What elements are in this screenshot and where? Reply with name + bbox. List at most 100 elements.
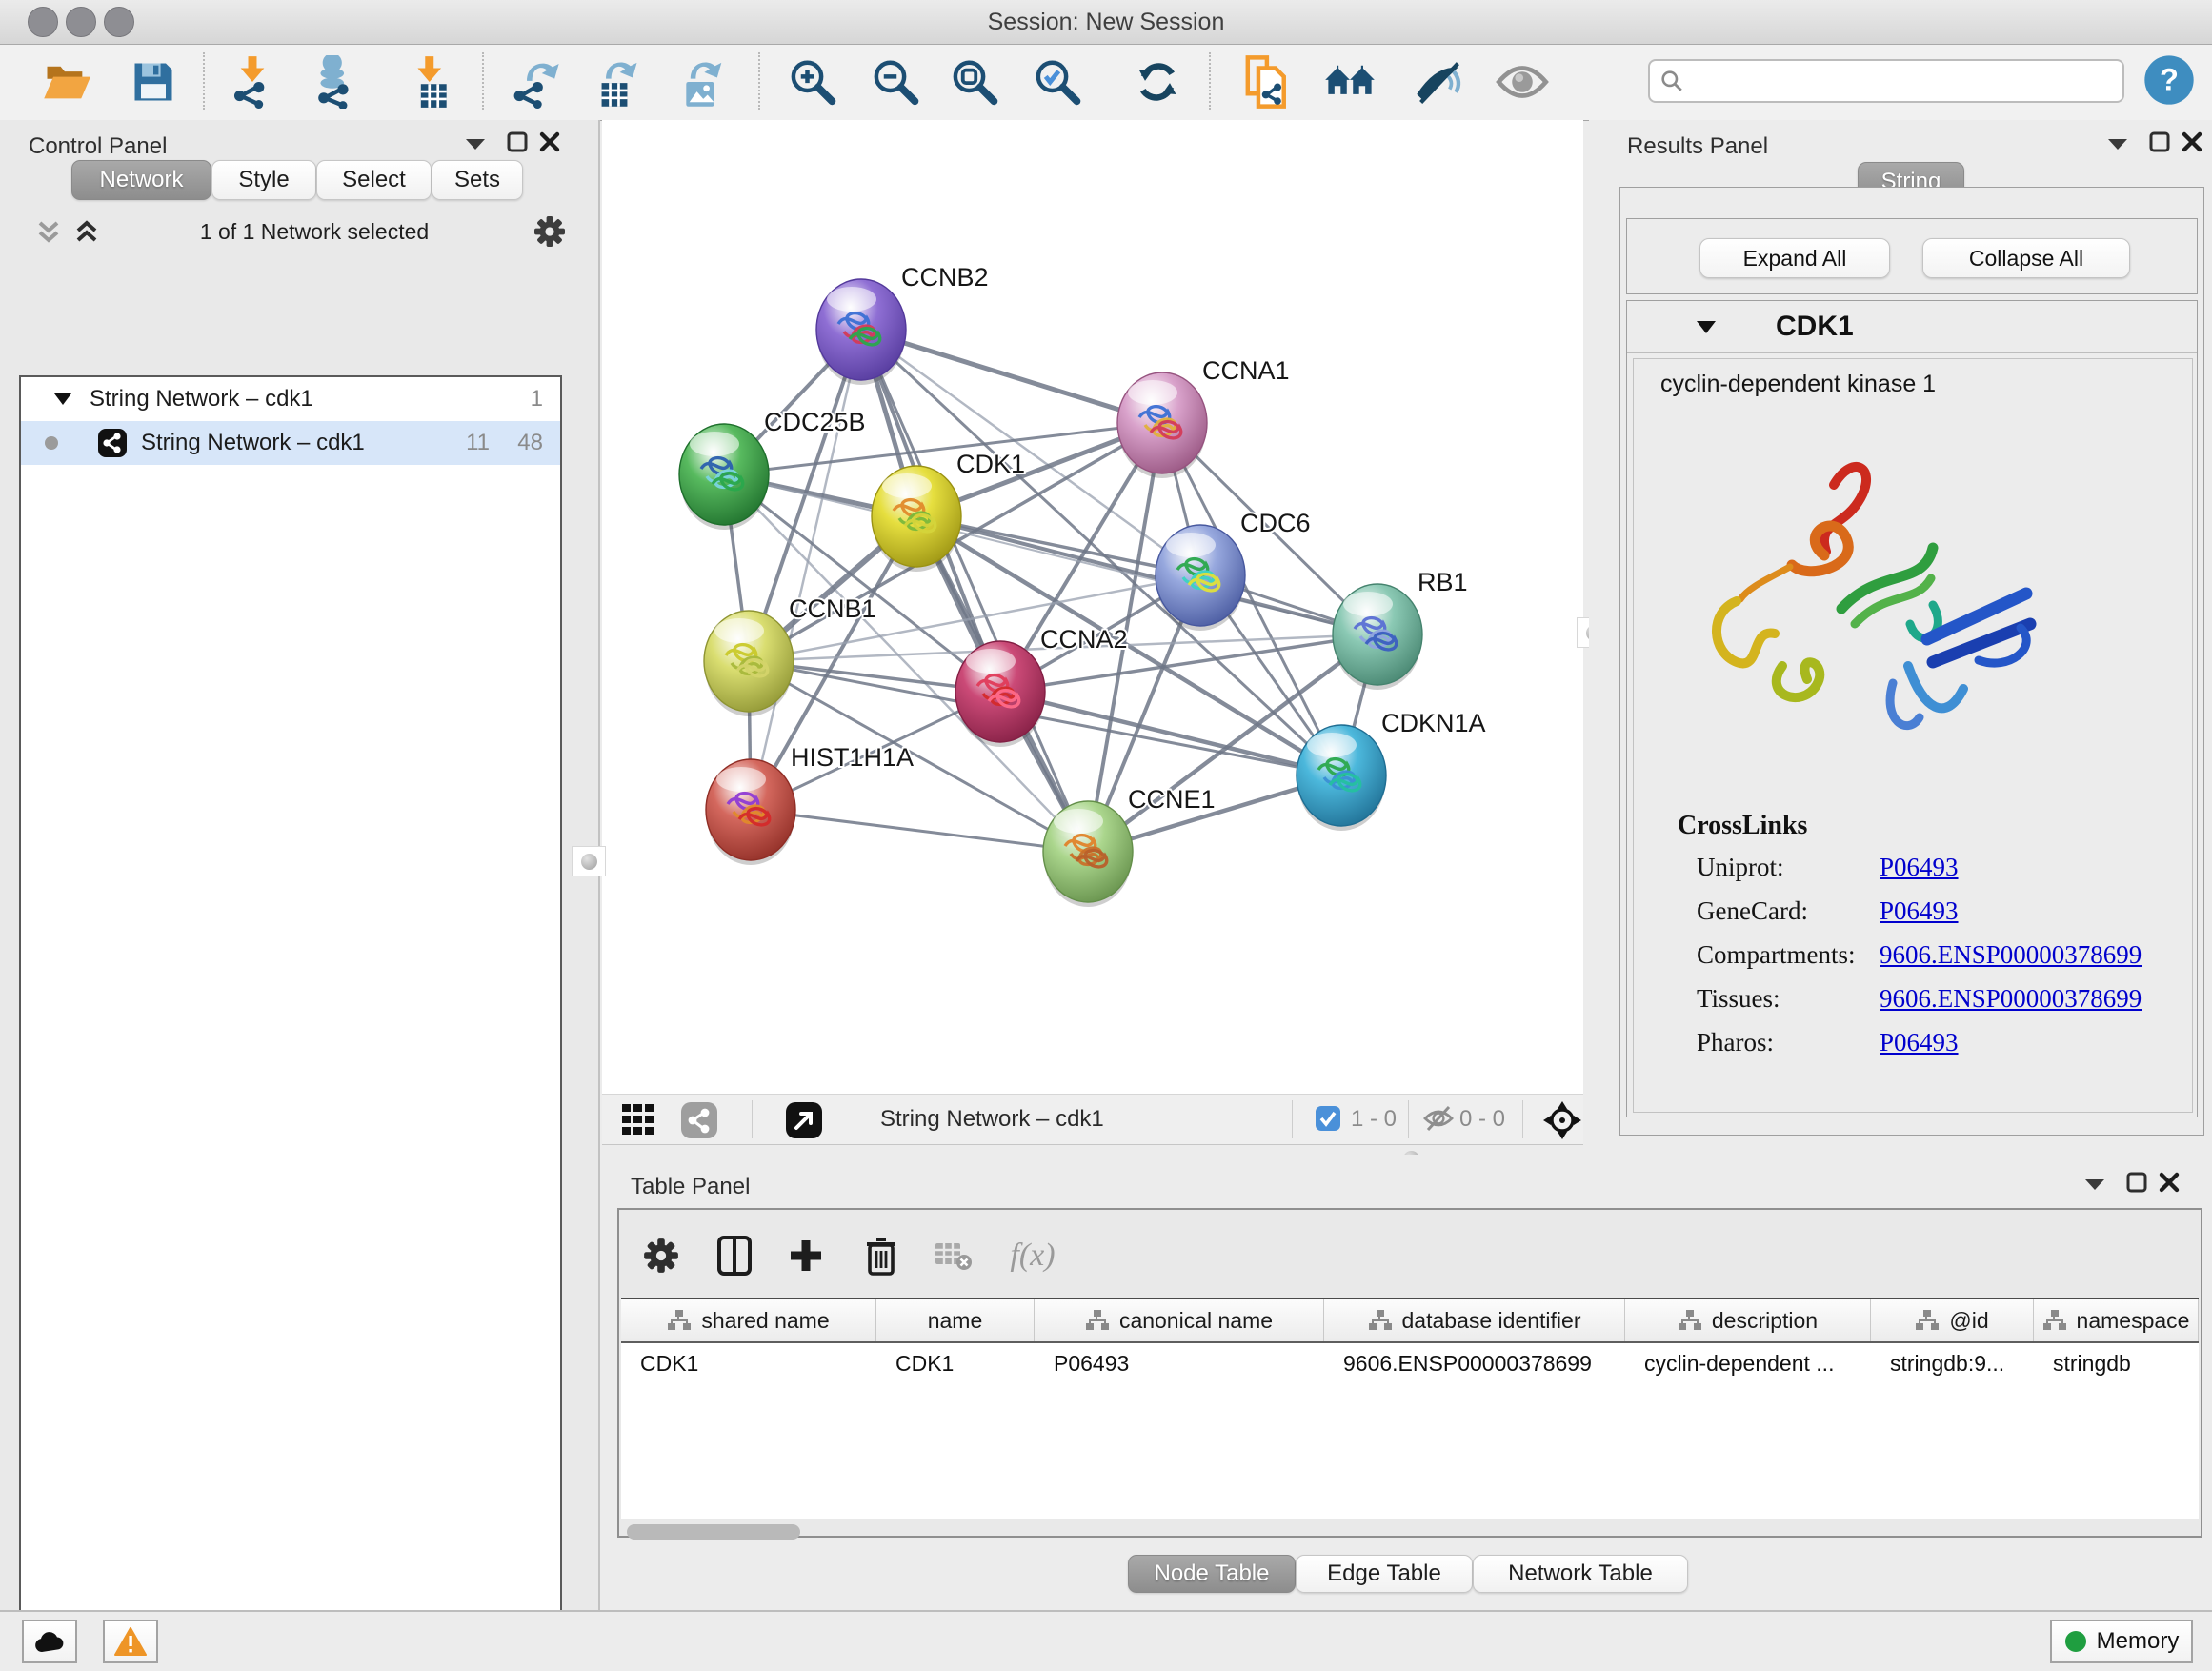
table-panel-title: Table Panel: [631, 1174, 750, 1200]
crosslink-link[interactable]: P06493: [1880, 1028, 1959, 1057]
import-network-database-icon[interactable]: [307, 52, 362, 111]
maximize-panel-icon[interactable]: [2122, 1170, 2151, 1195]
string-home-icon[interactable]: [1322, 52, 1377, 111]
column-header-shared-name[interactable]: shared name: [621, 1299, 876, 1341]
selected-checkbox-icon[interactable]: [1315, 1105, 1341, 1132]
close-panel-icon[interactable]: [2178, 130, 2206, 154]
export-network-icon[interactable]: [508, 52, 563, 111]
node-CCNB1[interactable]: CCNB1: [704, 594, 876, 716]
table-horizontal-scrollbar[interactable]: [627, 1524, 800, 1540]
edge-CCNB2-CCNE1[interactable]: [861, 330, 1088, 852]
gear-icon[interactable]: [533, 215, 566, 248]
tab-node-table[interactable]: Node Table: [1128, 1555, 1296, 1593]
node-HIST1H1A[interactable]: HIST1H1A: [706, 743, 914, 865]
float-panel-icon[interactable]: [2081, 1172, 2109, 1197]
table-cell[interactable]: CDK1: [621, 1343, 876, 1383]
table-row[interactable]: CDK1CDK1P064939606.ENSP00000378699cyclin…: [621, 1343, 2199, 1383]
close-panel-icon[interactable]: [535, 130, 564, 154]
node-CDK1[interactable]: CDK1: [872, 450, 1025, 572]
tab-edge-table[interactable]: Edge Table: [1296, 1555, 1473, 1593]
table-cell[interactable]: stringdb: [2034, 1343, 2199, 1383]
table-cell[interactable]: cyclin-dependent ...: [1625, 1343, 1871, 1383]
show-all-icon[interactable]: [1495, 52, 1550, 111]
node-RB1[interactable]: RB1: [1333, 568, 1468, 690]
maximize-panel-icon[interactable]: [2145, 130, 2174, 154]
table-gear-icon[interactable]: [636, 1231, 686, 1280]
fit-selected-icon[interactable]: [1541, 1099, 1583, 1141]
column-header--id[interactable]: @id: [1871, 1299, 2034, 1341]
float-panel-icon[interactable]: [2103, 131, 2132, 156]
node-label-CCNB1: CCNB1: [789, 594, 876, 623]
float-panel-icon[interactable]: [461, 131, 490, 156]
help-icon[interactable]: ?: [2142, 50, 2197, 110]
collapse-triangle-icon[interactable]: [53, 393, 72, 406]
close-panel-icon[interactable]: [2155, 1170, 2183, 1195]
save-session-icon[interactable]: [126, 52, 181, 111]
crosslink-link[interactable]: P06493: [1880, 896, 1959, 926]
collapse-all-icon[interactable]: [36, 219, 61, 246]
export-table-icon[interactable]: [587, 52, 642, 111]
show-columns-icon[interactable]: [710, 1231, 759, 1280]
network-view-icon[interactable]: [680, 1101, 718, 1139]
search-input[interactable]: [1684, 68, 2122, 94]
column-header-namespace[interactable]: namespace: [2034, 1299, 2199, 1341]
import-network-file-icon[interactable]: [225, 52, 280, 111]
import-table-file-icon[interactable]: [404, 52, 459, 111]
column-header-database-identifier[interactable]: database identifier: [1324, 1299, 1625, 1341]
collapse-all-button[interactable]: Collapse All: [1922, 238, 2130, 278]
grid-view-icon[interactable]: [621, 1103, 655, 1136]
network-canvas[interactable]: CCNB2CCNA1CDC25BCDK1CDC6RB1CCNB1CCNA2CDK…: [602, 120, 1583, 1094]
network-node-count: 11: [466, 430, 490, 456]
column-header-name[interactable]: name: [876, 1299, 1035, 1341]
crosslink-link[interactable]: 9606.ENSP00000378699: [1880, 940, 2142, 970]
table-cell[interactable]: CDK1: [876, 1343, 1035, 1383]
zoom-out-icon[interactable]: [867, 52, 922, 111]
left-splitter-handle[interactable]: [572, 846, 606, 876]
tab-sets[interactable]: Sets: [432, 160, 523, 200]
title-bar: Session: New Session: [0, 0, 2212, 45]
expand-all-icon[interactable]: [74, 219, 99, 246]
cloud-button[interactable]: [22, 1620, 77, 1663]
search-field[interactable]: [1648, 59, 2124, 103]
zoom-fit-icon[interactable]: [946, 52, 1001, 111]
import-string-doc-icon[interactable]: [1240, 52, 1296, 111]
add-column-icon[interactable]: [781, 1231, 831, 1280]
refresh-icon[interactable]: [1130, 52, 1185, 111]
gene-entry-header[interactable]: CDK1: [1627, 301, 2197, 353]
column-label: @id: [1949, 1308, 1988, 1334]
table-cell[interactable]: 9606.ENSP00000378699: [1324, 1343, 1625, 1383]
zoom-selected-icon[interactable]: [1029, 52, 1084, 111]
column-header-canonical-name[interactable]: canonical name: [1035, 1299, 1324, 1341]
zoom-in-icon[interactable]: [784, 52, 839, 111]
column-tree-icon: [667, 1309, 692, 1332]
column-header-description[interactable]: description: [1625, 1299, 1871, 1341]
network-graph[interactable]: CCNB2CCNA1CDC25BCDK1CDC6RB1CCNB1CCNA2CDK…: [602, 120, 1583, 1094]
node-CDKN1A[interactable]: CDKN1A: [1297, 709, 1486, 831]
edge-HIST1H1A-CCNE1[interactable]: [751, 810, 1088, 852]
hide-selected-icon[interactable]: [1412, 52, 1467, 111]
node-table[interactable]: shared namenamecanonical namedatabase id…: [621, 1298, 2199, 1519]
node-CCNE1[interactable]: CCNE1: [1043, 785, 1216, 907]
crosslink-link[interactable]: 9606.ENSP00000378699: [1880, 984, 2142, 1014]
network-collection-row[interactable]: String Network – cdk1 1: [21, 377, 560, 421]
warning-button[interactable]: [103, 1620, 158, 1663]
node-CCNA1[interactable]: CCNA1: [1117, 356, 1290, 478]
table-cell[interactable]: stringdb:9...: [1871, 1343, 2034, 1383]
edge-CCNB2-CCNA1[interactable]: [861, 330, 1162, 423]
open-in-new-window-icon[interactable]: [785, 1101, 823, 1139]
toolbar-separator: [758, 52, 760, 110]
network-row[interactable]: String Network – cdk1 11 48: [21, 421, 560, 465]
expand-all-button[interactable]: Expand All: [1699, 238, 1890, 278]
export-image-icon[interactable]: [674, 52, 729, 111]
table-cell[interactable]: P06493: [1035, 1343, 1324, 1383]
delete-column-icon[interactable]: [856, 1231, 906, 1280]
open-session-icon[interactable]: [38, 52, 93, 111]
tab-select[interactable]: Select: [316, 160, 432, 200]
tab-network[interactable]: Network: [71, 160, 211, 200]
tab-style[interactable]: Style: [211, 160, 316, 200]
memory-button[interactable]: Memory: [2050, 1620, 2193, 1663]
tab-network-table[interactable]: Network Table: [1473, 1555, 1688, 1593]
crosslink-link[interactable]: P06493: [1880, 853, 1959, 882]
maximize-panel-icon[interactable]: [503, 130, 532, 154]
table-body[interactable]: CDK1CDK1P064939606.ENSP00000378699cyclin…: [621, 1343, 2199, 1383]
